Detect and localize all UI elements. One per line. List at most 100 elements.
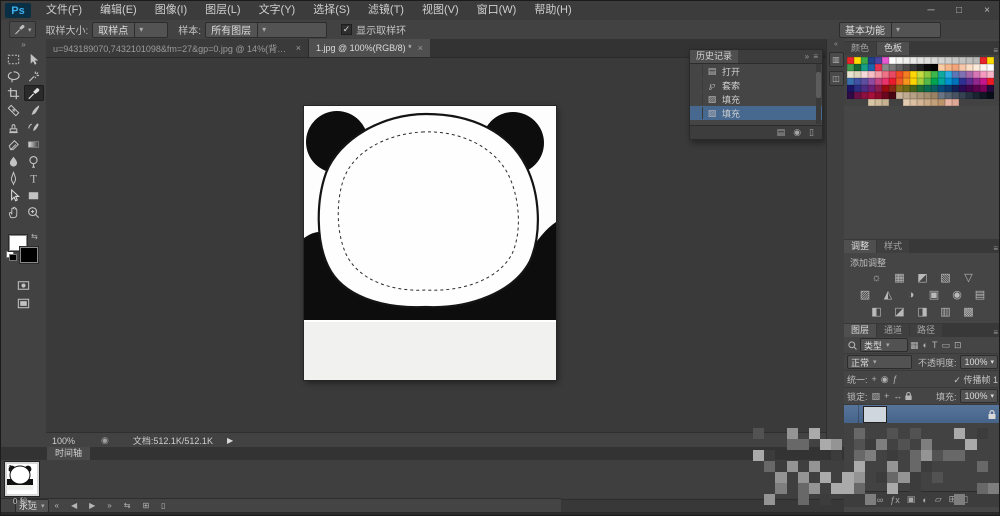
color-swatch[interactable] (931, 78, 938, 85)
color-swatch[interactable] (875, 78, 882, 85)
move-tool[interactable] (24, 51, 44, 67)
color-swatch[interactable] (938, 64, 945, 71)
color-swatch[interactable] (917, 78, 924, 85)
color-swatch[interactable] (882, 57, 889, 64)
color-swatch[interactable] (931, 64, 938, 71)
fill-value[interactable]: 100%▾ (960, 389, 998, 403)
color-swatch[interactable] (875, 57, 882, 64)
color-swatch[interactable] (931, 71, 938, 78)
history-state-lasso[interactable]: ℘ 套索 (690, 78, 822, 92)
color-swatch[interactable] (889, 78, 896, 85)
color-swatch[interactable] (917, 64, 924, 71)
color-swatch[interactable] (924, 57, 931, 64)
tween-icon[interactable]: ⇆ (124, 501, 131, 510)
menu-item[interactable]: 图像(I) (146, 1, 196, 20)
color-swatch[interactable] (952, 92, 959, 99)
horizontal-type-tool[interactable]: T (24, 170, 44, 186)
color-swatch[interactable] (875, 92, 882, 99)
color-swatch[interactable] (854, 64, 861, 71)
frame-delay-selector[interactable]: 0 秒▾ (5, 496, 39, 507)
color-swatch[interactable] (945, 78, 952, 85)
adjustment-color-balance-icon[interactable]: ◭ (881, 289, 896, 302)
eyedropper-tool[interactable] (24, 85, 44, 101)
adjustment-photo-filter-icon[interactable]: ▣ (927, 289, 942, 302)
color-swatch[interactable] (861, 78, 868, 85)
panel-menu-icon[interactable]: ≡ (990, 46, 1000, 55)
history-source-checkbox[interactable] (690, 93, 703, 105)
menu-item[interactable]: 图层(L) (196, 1, 249, 20)
menu-item[interactable]: 帮助(H) (525, 1, 580, 20)
color-swatch[interactable] (875, 71, 882, 78)
color-swatch[interactable] (938, 71, 945, 78)
color-swatch[interactable] (945, 99, 952, 106)
next-frame-icon[interactable]: » (107, 501, 111, 510)
filter-adjustment-layers-icon[interactable]: ◐ (923, 340, 928, 350)
blur-tool[interactable] (4, 153, 24, 169)
adjustment-levels-icon[interactable]: ▦ (892, 272, 907, 285)
color-swatch[interactable] (854, 57, 861, 64)
tab-paths[interactable]: 路径 (910, 324, 942, 337)
color-swatch[interactable] (882, 85, 889, 92)
collapse-panel-icon[interactable]: » (805, 52, 810, 61)
color-swatch[interactable] (861, 71, 868, 78)
color-swatch[interactable] (903, 85, 910, 92)
color-swatch[interactable] (903, 64, 910, 71)
filter-smart-objects-icon[interactable]: ⊡ (954, 340, 962, 351)
adjustment-black-white-icon[interactable]: ◑ (904, 289, 919, 302)
tab-color[interactable]: 颜色 (844, 42, 876, 55)
history-scrollbar[interactable] (816, 64, 821, 124)
color-swatch[interactable] (868, 85, 875, 92)
eraser-tool[interactable] (4, 136, 24, 152)
color-swatch[interactable] (966, 71, 973, 78)
color-swatch[interactable] (903, 92, 910, 99)
color-swatch[interactable] (847, 57, 854, 64)
color-swatch[interactable] (973, 78, 980, 85)
gradient-tool[interactable] (24, 136, 44, 152)
sample-dropdown[interactable]: 所有图层▾ (205, 22, 327, 38)
color-swatch[interactable] (917, 92, 924, 99)
zoom-tool[interactable] (24, 204, 44, 220)
path-selection-tool[interactable] (4, 187, 24, 203)
menu-item[interactable]: 选择(S) (304, 1, 359, 20)
adjustment-threshold-icon[interactable]: ◨ (915, 306, 930, 319)
color-swatch[interactable] (980, 92, 987, 99)
background-layer-row[interactable] (844, 405, 1000, 423)
adjustment-brightness-contrast-icon[interactable]: ☼ (869, 272, 884, 285)
color-swatch[interactable] (861, 64, 868, 71)
adjustment-gradient-map-icon[interactable]: ▩ (961, 306, 976, 319)
close-tab-icon[interactable]: × (296, 43, 301, 53)
crop-tool[interactable] (4, 85, 24, 101)
default-colors-icon[interactable] (6, 251, 16, 260)
color-swatch[interactable] (910, 71, 917, 78)
color-swatch[interactable] (945, 57, 952, 64)
color-swatch[interactable] (847, 78, 854, 85)
history-source-checkbox[interactable] (690, 65, 703, 77)
workspace-dropdown[interactable]: 基本功能▾ (839, 22, 941, 38)
layer-visibility-toggle[interactable] (848, 405, 859, 423)
document-tab[interactable]: u=943189070,7432101098&fm=27&gp=0.jpg @ … (46, 39, 309, 57)
color-swatch[interactable] (868, 99, 875, 106)
history-state-fill[interactable]: ▨ 填充 (690, 92, 822, 106)
tab-channels[interactable]: 通道 (877, 324, 909, 337)
color-swatch[interactable] (966, 64, 973, 71)
color-swatch[interactable] (917, 57, 924, 64)
zoom-level-field[interactable]: 100% (52, 436, 75, 446)
color-swatch[interactable] (945, 92, 952, 99)
dodge-tool[interactable] (24, 153, 44, 169)
adjustment-curves-icon[interactable]: ◩ (915, 272, 930, 285)
color-swatch[interactable] (917, 71, 924, 78)
history-source-checkbox[interactable] (690, 107, 703, 119)
rectangular-marquee-tool[interactable] (4, 51, 24, 67)
color-swatch[interactable] (889, 85, 896, 92)
clone-stamp-tool[interactable] (4, 119, 24, 135)
duplicate-frame-icon[interactable]: ⊞ (142, 501, 149, 510)
color-swatch[interactable] (959, 57, 966, 64)
adjustment-channel-mixer-icon[interactable]: ◉ (950, 289, 965, 302)
color-swatch[interactable] (973, 71, 980, 78)
color-swatch[interactable] (889, 92, 896, 99)
color-swatch[interactable] (861, 85, 868, 92)
color-swatch[interactable] (938, 92, 945, 99)
color-swatch[interactable] (924, 85, 931, 92)
collapsed-history-panel-icon[interactable]: ▥ (829, 52, 844, 67)
color-swatch[interactable] (875, 85, 882, 92)
